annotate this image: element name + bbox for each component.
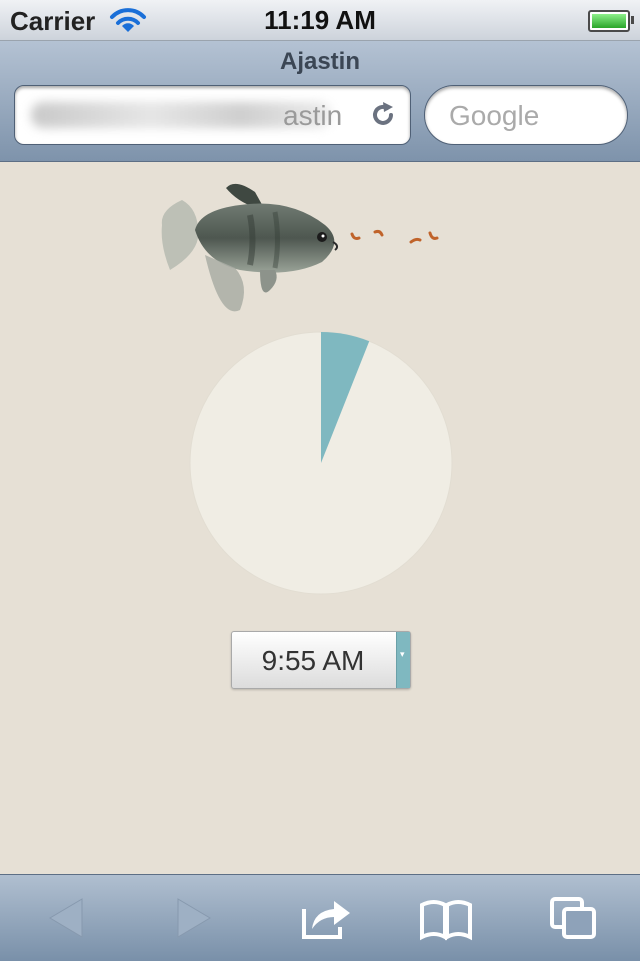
time-select[interactable]: 9:55 AM ▾ <box>231 631 411 689</box>
address-text: astin <box>283 100 343 131</box>
back-icon[interactable] <box>36 893 96 943</box>
battery-icon <box>588 10 634 32</box>
timer-pie <box>189 331 453 595</box>
forward-icon[interactable] <box>164 893 224 943</box>
status-bar: Carrier 11:19 AM <box>0 0 640 41</box>
address-field[interactable]: astin <box>14 85 411 145</box>
fish-illustration <box>161 183 439 312</box>
share-icon[interactable] <box>296 893 356 943</box>
time-select-value: 9:55 AM <box>261 645 365 676</box>
app-content: 9:55 AM ▾ <box>0 162 640 874</box>
search-placeholder: Google <box>449 100 540 131</box>
page-title: Ajastin <box>279 48 360 75</box>
status-time: 11:19 AM <box>264 5 376 35</box>
reload-icon[interactable] <box>368 100 398 130</box>
browser-header: Ajastin astin Google <box>0 41 640 162</box>
tabs-icon[interactable] <box>544 893 604 943</box>
browser-toolbar <box>0 874 640 961</box>
chevron-down-icon[interactable]: ▾ <box>396 632 410 688</box>
search-field[interactable]: Google <box>424 85 628 145</box>
bookmarks-icon[interactable] <box>416 893 476 943</box>
